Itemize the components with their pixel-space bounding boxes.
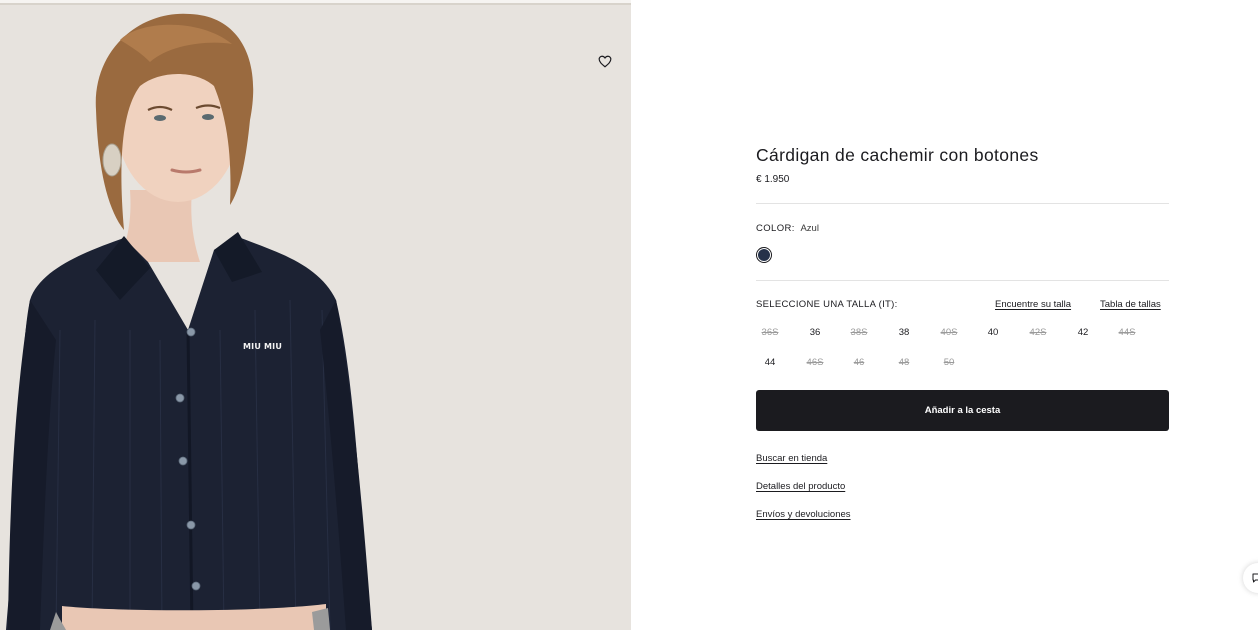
color-swatch-azul[interactable] <box>756 247 772 263</box>
add-to-cart-button[interactable]: Añadir a la cesta <box>756 390 1169 431</box>
wishlist-button[interactable] <box>595 51 615 71</box>
product-image-gallery[interactable]: MIU MIU <box>0 0 631 630</box>
color-value: Azul <box>800 223 819 234</box>
shipping-returns-link[interactable]: Envíos y devoluciones <box>756 509 851 520</box>
size-option-38s[interactable]: 38S <box>845 325 873 341</box>
size-option-36s[interactable]: 36S <box>756 325 784 341</box>
size-option-40s[interactable]: 40S <box>935 325 963 341</box>
size-option-42[interactable]: 42 <box>1069 325 1097 341</box>
size-option-46s[interactable]: 46S <box>801 355 829 371</box>
product-title: Cárdigan de cachemir con botones <box>756 145 1039 165</box>
color-label: COLOR: <box>756 223 795 234</box>
size-option-48[interactable]: 48 <box>890 355 918 371</box>
color-selector-label: COLOR: Azul <box>756 223 819 234</box>
product-photo <box>0 5 631 630</box>
size-option-46[interactable]: 46 <box>845 355 873 371</box>
chat-icon <box>1252 573 1258 583</box>
size-options: 36S 36 38S 38 40S 40 42S 42 44S 44 46S 4… <box>756 325 1169 375</box>
chat-button[interactable] <box>1243 563 1258 593</box>
heart-icon <box>598 55 612 68</box>
find-your-size-link[interactable]: Encuentre su talla <box>995 299 1071 310</box>
divider <box>756 280 1169 281</box>
product-info-panel: Cárdigan de cachemir con botones € 1.950… <box>756 0 1170 630</box>
garment-logo: MIU MIU <box>243 342 283 351</box>
size-option-44[interactable]: 44 <box>756 355 784 371</box>
size-option-50[interactable]: 50 <box>935 355 963 371</box>
size-label: SELECCIONE UNA TALLA (IT): <box>756 299 898 310</box>
size-option-42s[interactable]: 42S <box>1024 325 1052 341</box>
product-details-link[interactable]: Detalles del producto <box>756 481 845 492</box>
size-option-36[interactable]: 36 <box>801 325 829 341</box>
size-option-38[interactable]: 38 <box>890 325 918 341</box>
color-swatch-fill <box>758 249 770 261</box>
product-price: € 1.950 <box>756 174 790 185</box>
size-option-40[interactable]: 40 <box>979 325 1007 341</box>
size-chart-link[interactable]: Tabla de tallas <box>1100 299 1161 310</box>
divider <box>756 203 1169 204</box>
find-in-store-link[interactable]: Buscar en tienda <box>756 453 827 464</box>
size-option-44s[interactable]: 44S <box>1113 325 1141 341</box>
size-selector-header: SELECCIONE UNA TALLA (IT): Encuentre su … <box>756 299 1169 313</box>
